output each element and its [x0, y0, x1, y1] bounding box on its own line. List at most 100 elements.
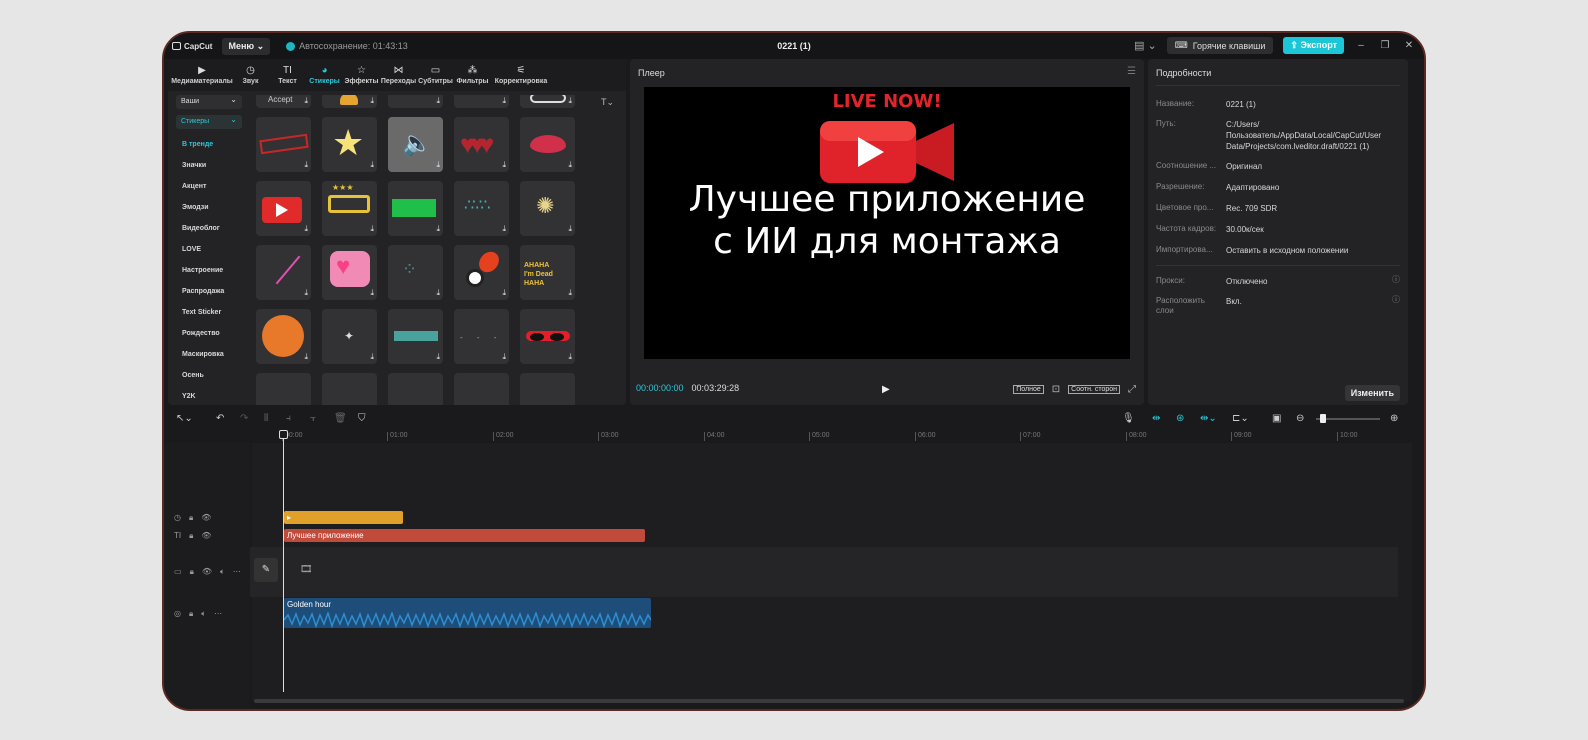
- category-item[interactable]: Значки: [172, 156, 248, 177]
- sticker-accept[interactable]: Accept ⤓: [256, 95, 311, 108]
- cover-edit-icon[interactable]: ✎: [254, 558, 278, 582]
- minimize-icon[interactable]: –: [1354, 40, 1368, 51]
- sticker-item[interactable]: ⤓: [388, 95, 443, 108]
- preview-axis-icon[interactable]: ⇹⌄: [1200, 413, 1217, 424]
- sticker-item[interactable]: - - - ⤓: [454, 309, 509, 364]
- tab-filters[interactable]: ⁂ Фильтры: [454, 59, 491, 91]
- category-item[interactable]: Text Sticker: [172, 303, 248, 324]
- yours-dropdown[interactable]: Ваши: [176, 95, 242, 109]
- category-item[interactable]: Акцент: [172, 177, 248, 198]
- caption-icon[interactable]: ▣: [1272, 413, 1281, 424]
- link-icon[interactable]: ⊛: [1176, 413, 1184, 424]
- tab-text[interactable]: TI Текст: [269, 59, 306, 91]
- sticker-item[interactable]: [256, 373, 311, 405]
- tab-effects[interactable]: ☆ Эффекты: [343, 59, 380, 91]
- category-item[interactable]: Распродажа: [172, 282, 248, 303]
- more-icon[interactable]: ⋯: [214, 609, 222, 619]
- sticker-item[interactable]: [322, 373, 377, 405]
- category-item[interactable]: Осень: [172, 366, 248, 387]
- eye-icon[interactable]: 👁︎: [201, 531, 211, 541]
- sticker-item[interactable]: ♥♥♥ ⤓: [454, 117, 509, 172]
- timeline-scrollbar[interactable]: [254, 699, 1404, 703]
- tab-stickers[interactable]: ◕ Стикеры: [306, 59, 343, 91]
- shield-icon[interactable]: ⛉: [358, 413, 366, 424]
- sticker-item[interactable]: ★★★ ⤓: [322, 181, 377, 236]
- sticker-item[interactable]: ⤓: [256, 245, 311, 300]
- sticker-item[interactable]: ⁘ ⤓: [388, 245, 443, 300]
- category-item[interactable]: Настроение: [172, 261, 248, 282]
- auto-snap-icon[interactable]: ⊏⌄: [1232, 413, 1249, 424]
- sticker-item[interactable]: [388, 373, 443, 405]
- sticker-item[interactable]: ⤓: [256, 117, 311, 172]
- tab-media[interactable]: ▶ Медиаматериалы: [171, 59, 233, 91]
- audio-clip[interactable]: Golden hour: [284, 598, 651, 628]
- lock-icon[interactable]: 🔒︎: [190, 567, 194, 577]
- sticker-item[interactable]: ⤓: [454, 245, 509, 300]
- menu-button[interactable]: Меню ⌄: [222, 37, 271, 55]
- change-button[interactable]: Изменить: [1344, 385, 1400, 401]
- playhead[interactable]: [283, 430, 284, 692]
- sticker-item[interactable]: ⤓: [256, 181, 311, 236]
- sticker-item[interactable]: ✦ ⤓: [322, 309, 377, 364]
- stickers-dropdown[interactable]: Стикеры: [176, 115, 242, 129]
- zoom-out-icon[interactable]: ⊖: [1296, 413, 1304, 424]
- sticker-item[interactable]: ⤓: [388, 309, 443, 364]
- category-item[interactable]: Y2K: [172, 387, 248, 408]
- sticker-item[interactable]: ⤓: [520, 117, 575, 172]
- export-button[interactable]: ⇪ Экспорт: [1283, 37, 1344, 54]
- redo-icon[interactable]: ↷: [240, 413, 248, 424]
- magnet-icon[interactable]: ⇹: [1152, 413, 1160, 424]
- preview-screen[interactable]: LIVE NOW! Лучшее приложение с ИИ для мон…: [644, 87, 1130, 359]
- split-icon[interactable]: ⫴: [264, 413, 268, 424]
- sticker-item[interactable]: 🔈 ⤓: [388, 117, 443, 172]
- play-icon[interactable]: ▶: [882, 384, 890, 395]
- text-clip[interactable]: Лучшее приложение: [284, 529, 645, 542]
- tab-subtitles[interactable]: ▭ Субтитры: [417, 59, 454, 91]
- sticker-item[interactable]: ⤓: [454, 95, 509, 108]
- tab-transitions[interactable]: ⋈ Переходы: [380, 59, 417, 91]
- main-track[interactable]: [250, 547, 1398, 597]
- sticker-item[interactable]: ∴∵∴ ⤓: [454, 181, 509, 236]
- fullscreen-icon[interactable]: ⤢: [1128, 384, 1136, 395]
- lock-icon[interactable]: 🔒︎: [189, 513, 193, 523]
- category-item[interactable]: Эмодзи: [172, 198, 248, 219]
- time-ruler[interactable]: 00:00 01:00 02:00 03:00 04:00 05:00 06:0…: [282, 430, 1412, 444]
- info-icon[interactable]: ⓘ: [1392, 274, 1400, 285]
- category-item[interactable]: В тренде: [172, 135, 248, 156]
- zoom-in-icon[interactable]: ⊕: [1390, 413, 1398, 424]
- tab-adjust[interactable]: ⚟ Корректировка: [491, 59, 551, 91]
- category-item[interactable]: Маскировка: [172, 345, 248, 366]
- sticker-item[interactable]: ⤓: [388, 181, 443, 236]
- split-left-icon[interactable]: ⫞: [286, 413, 291, 424]
- select-tool-icon[interactable]: ↖⌄: [176, 413, 193, 424]
- sticker-item[interactable]: ✺ ⤓: [520, 181, 575, 236]
- screenshot-icon[interactable]: ⊡: [1052, 384, 1060, 395]
- sticker-item[interactable]: [454, 373, 509, 405]
- split-right-icon[interactable]: ⫟: [310, 413, 316, 424]
- maximize-icon[interactable]: ❐: [1378, 40, 1392, 51]
- sticker-item[interactable]: ⤓: [520, 95, 575, 108]
- delete-icon[interactable]: 🗑: [334, 413, 347, 424]
- layout-icon[interactable]: ▤ ⌄: [1134, 39, 1157, 52]
- lock-icon[interactable]: 🔒︎: [189, 531, 193, 541]
- hamburger-icon[interactable]: ☰: [1127, 66, 1136, 77]
- sticker-item[interactable]: ⤓: [256, 309, 311, 364]
- full-quality-button[interactable]: Полное: [1013, 385, 1044, 394]
- category-item[interactable]: LOVE: [172, 240, 248, 261]
- undo-icon[interactable]: ↶: [216, 413, 224, 424]
- close-icon[interactable]: ✕: [1402, 40, 1416, 51]
- sticker-clip[interactable]: ▸: [284, 511, 403, 524]
- filter-icon[interactable]: T⌄: [601, 97, 614, 108]
- aspect-ratio-button[interactable]: Соотн. сторон: [1068, 385, 1120, 394]
- info-icon[interactable]: ⓘ: [1392, 294, 1400, 305]
- sticker-item[interactable]: ♥ ⤓: [322, 245, 377, 300]
- speaker-icon[interactable]: 🔈︎: [220, 567, 225, 577]
- sticker-item[interactable]: ★ ⤓: [322, 117, 377, 172]
- microphone-icon[interactable]: 🎙: [1122, 413, 1135, 424]
- lock-icon[interactable]: 🔒︎: [189, 609, 193, 619]
- eye-icon[interactable]: 👁︎: [202, 567, 212, 577]
- playhead-handle[interactable]: [279, 430, 288, 439]
- tab-audio[interactable]: ◷ Звук: [232, 59, 269, 91]
- sticker-item[interactable]: ⤓: [322, 95, 377, 108]
- sticker-item[interactable]: AHAHA I'm Dead HAHA ⤓: [520, 245, 575, 300]
